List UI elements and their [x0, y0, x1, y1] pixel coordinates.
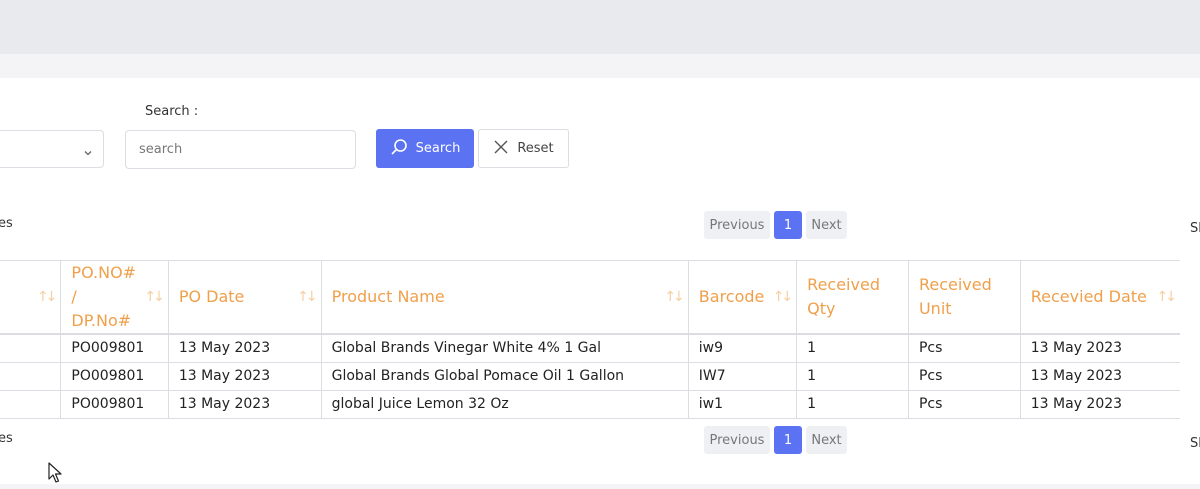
table-cell: IW7 [687, 362, 797, 391]
entries-info-bottom: tries [0, 431, 13, 446]
column-header-po-date[interactable]: PO Date ↑↓ [167, 260, 322, 335]
table-cell: Pcs [907, 362, 1021, 391]
next-button[interactable]: Next [806, 426, 847, 454]
table-row: PO009801 13 May 2023 Global Brands Globa… [0, 362, 1180, 391]
table-row: PO009801 13 May 2023 global Juice Lemon … [0, 390, 1180, 419]
table-cell: iw9 [687, 334, 797, 363]
table-cell: 1 [796, 334, 909, 363]
table-cell: Pcs [907, 390, 1021, 419]
pagination-bottom: Previous 1 Next [704, 426, 847, 454]
sort-icon: ↑↓ [36, 289, 58, 305]
search-button-label: Search [415, 141, 461, 156]
previous-button[interactable]: Previous [704, 426, 770, 454]
table-cell: 13 May 2023 [167, 390, 322, 419]
table-cell [0, 390, 61, 419]
table-cell: PO009801 [60, 390, 169, 419]
close-icon [493, 139, 509, 159]
column-header-po-no[interactable]: PO.NO# / DP.No# ↑↓ [60, 260, 169, 335]
column-header-product-name[interactable]: Product Name ↑↓ [320, 260, 689, 335]
column-header-barcode[interactable]: Barcode ↑↓ [687, 260, 797, 335]
column-header-received-qty[interactable]: Received Qty [796, 260, 909, 335]
table-cell: PO009801 [60, 334, 169, 363]
card-bottom-edge [0, 484, 1200, 489]
reset-button-label: Reset [517, 141, 554, 156]
column-header-select[interactable]: ↑↓ [0, 260, 61, 335]
column-header-received-date[interactable]: Recevied Date ↑↓ [1019, 260, 1180, 335]
table-cell: iw1 [687, 390, 797, 419]
sort-icon: ↑↓ [664, 289, 685, 305]
table-cell: 13 May 2023 [167, 362, 322, 391]
search-button[interactable]: Search [376, 129, 474, 168]
table-cell: Pcs [907, 334, 1021, 363]
top-header-bar [0, 0, 1200, 54]
table-cell: 13 May 2023 [1019, 334, 1180, 363]
table-cell [0, 362, 61, 391]
table-cell: PO009801 [60, 362, 169, 391]
table-cell: Global Brands Global Pomace Oil 1 Gallon [320, 362, 689, 391]
received-items-table: ↑↓ PO.NO# / DP.No# ↑↓ PO Date ↑↓ Product N… [0, 260, 1180, 419]
page-1-button[interactable]: 1 [774, 211, 802, 239]
search-label: Search : [145, 104, 199, 119]
page-1-button[interactable]: 1 [774, 426, 802, 454]
table-row: PO009801 13 May 2023 Global Brands Vineg… [0, 334, 1180, 363]
search-input[interactable] [125, 130, 356, 169]
reset-button[interactable]: Reset [478, 129, 569, 168]
sort-icon: ↑↓ [1156, 289, 1178, 305]
sort-icon: ↑↓ [144, 289, 165, 305]
show-entries-label-bottom: Sl [1190, 436, 1200, 451]
table-cell [0, 334, 61, 363]
table-cell: global Juice Lemon 32 Oz [320, 390, 689, 419]
filter-select[interactable] [0, 130, 104, 168]
pagination-top: Previous 1 Next [704, 211, 847, 239]
next-button[interactable]: Next [806, 211, 847, 239]
sort-icon: ↑↓ [772, 289, 794, 305]
table-cell: 13 May 2023 [1019, 362, 1180, 391]
mouse-cursor-icon [48, 462, 62, 488]
table-cell: Global Brands Vinegar White 4% 1 Gal [320, 334, 689, 363]
previous-button[interactable]: Previous [704, 211, 770, 239]
chevron-down-icon [83, 143, 93, 162]
column-header-received-unit[interactable]: Received Unit [907, 260, 1021, 335]
table-cell: 1 [796, 390, 909, 419]
table-header-row: ↑↓ PO.NO# / DP.No# ↑↓ PO Date ↑↓ Product N… [0, 260, 1180, 335]
table-cell: 13 May 2023 [1019, 390, 1180, 419]
show-entries-label-top: Sl [1190, 221, 1200, 236]
table-cell: 13 May 2023 [167, 334, 322, 363]
search-icon [390, 138, 408, 160]
table-cell: 1 [796, 362, 909, 391]
sort-icon: ↑↓ [297, 289, 318, 305]
entries-info-top: tries [0, 216, 13, 231]
